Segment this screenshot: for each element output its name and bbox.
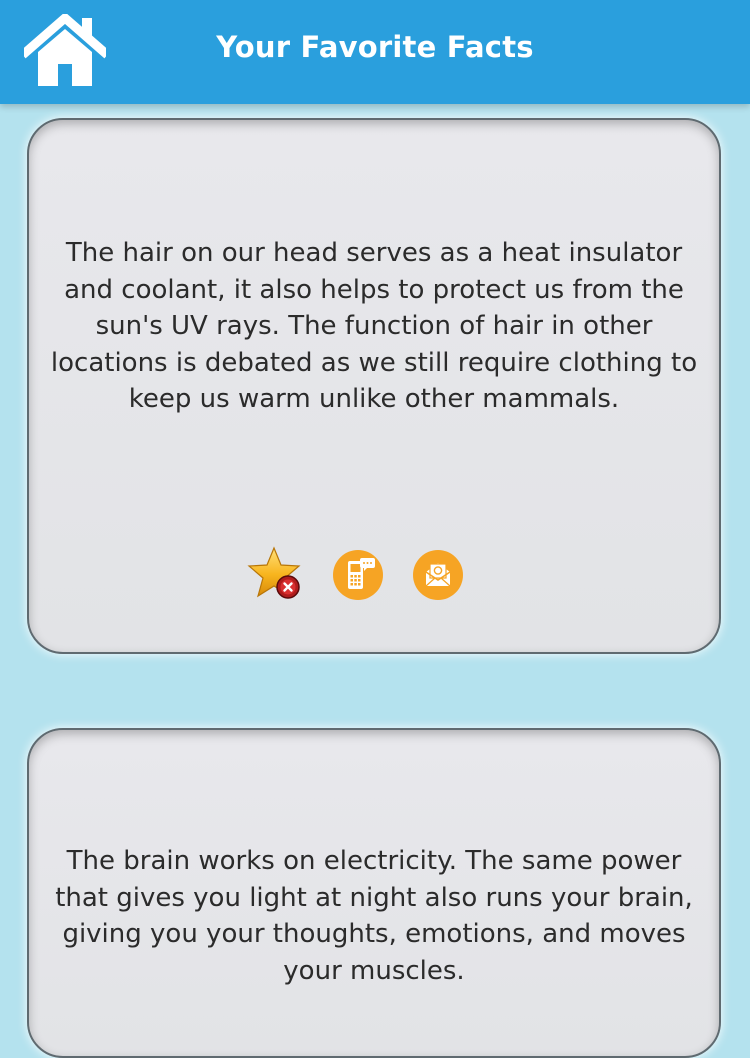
fact-card: The brain works on electricity. The same…: [27, 728, 721, 1058]
remove-favorite-star-icon: [247, 546, 301, 599]
share-email-button[interactable]: [411, 548, 465, 602]
sms-phone-icon: [333, 550, 383, 600]
top-bar: Your Favorite Facts: [0, 0, 750, 104]
remove-favorite-button[interactable]: [247, 546, 301, 600]
fact-card: The hair on our head serves as a heat in…: [27, 118, 721, 654]
fact-text: The hair on our head serves as a heat in…: [50, 238, 698, 414]
email-envelope-icon: [413, 550, 463, 600]
fact-text: The brain works on electricity. The same…: [55, 846, 693, 986]
share-sms-button[interactable]: [331, 548, 385, 602]
fact-actions: [29, 546, 719, 604]
page-title: Your Favorite Facts: [216, 30, 534, 64]
